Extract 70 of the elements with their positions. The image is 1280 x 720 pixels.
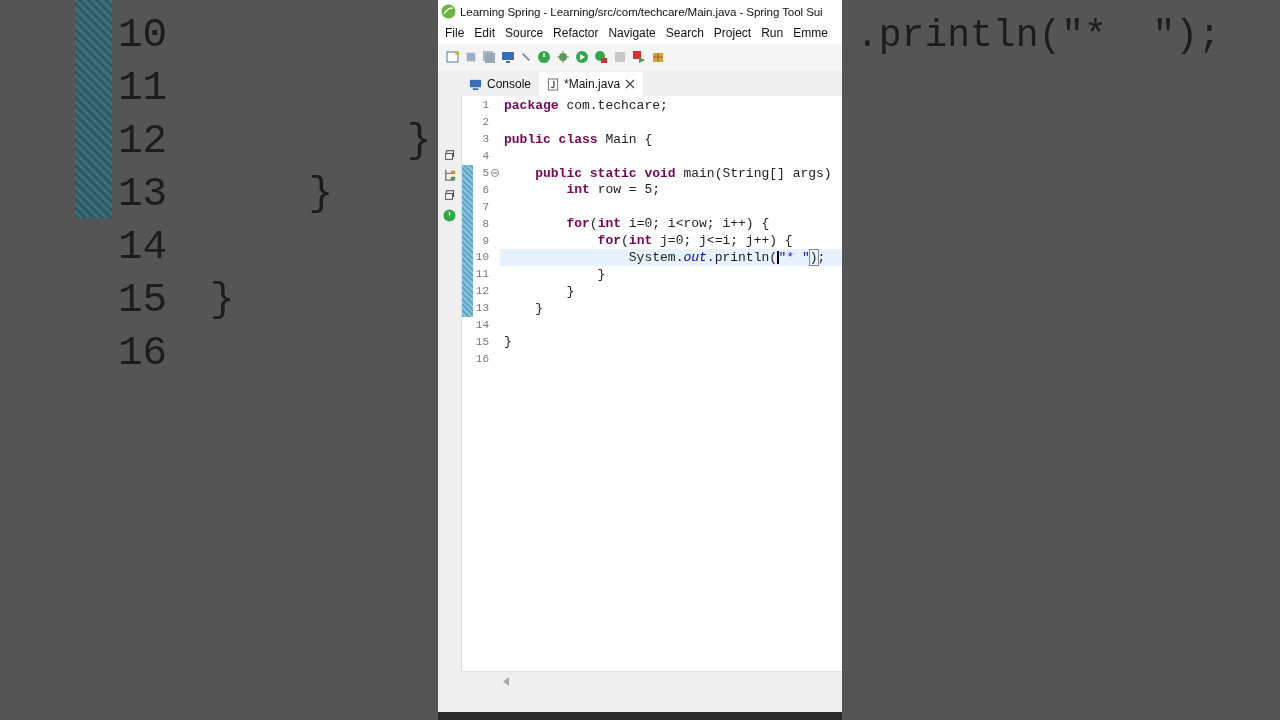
line-number: 16 <box>118 329 169 376</box>
code-line: public class Main { <box>504 131 653 147</box>
menu-item[interactable]: Refactor <box>548 26 604 40</box>
close-icon[interactable] <box>625 79 636 89</box>
menu-item[interactable]: File <box>440 26 470 40</box>
run-icon[interactable] <box>575 50 589 64</box>
restore-icon[interactable] <box>444 190 455 200</box>
menu-item[interactable]: Project <box>708 26 757 40</box>
menu-item[interactable]: Edit <box>469 26 501 40</box>
line-number: 11 <box>474 268 489 281</box>
menu-item[interactable]: Search <box>660 26 709 40</box>
restore-icon[interactable] <box>444 150 455 160</box>
power-icon[interactable] <box>443 209 456 222</box>
editor-tab[interactable]: Console <box>461 72 540 96</box>
code-line: } <box>565 283 575 299</box>
code-line: } <box>504 334 512 350</box>
code-line: for(int j=0; j<=i; j++) { <box>596 233 793 249</box>
leaf-logo-icon <box>441 3 456 19</box>
line-number: 5 <box>481 167 489 179</box>
line-number: 9 <box>481 234 489 247</box>
code-line: .println("* "); <box>855 13 1221 58</box>
menu-item[interactable]: Run <box>756 26 789 40</box>
java-file-icon <box>547 77 560 91</box>
line-number: 12 <box>118 117 169 164</box>
code-line: int row = 5; <box>565 182 661 198</box>
line-number: 15 <box>474 335 489 348</box>
window-title: Learning Spring - Learning/src/com/techcare/Main.java - Spring Tool Sui <box>460 4 823 18</box>
power-icon[interactable] <box>537 50 551 64</box>
run-config-icon[interactable] <box>594 50 608 64</box>
hierarchy-icon[interactable] <box>443 169 456 181</box>
code-line: } <box>596 266 606 282</box>
monitor-icon <box>469 77 482 91</box>
menu-item[interactable]: Navigate <box>603 26 661 40</box>
code-line: } <box>405 117 432 164</box>
line-number: 13 <box>118 170 169 217</box>
code-line: } <box>307 170 334 217</box>
line-number: 3 <box>481 133 489 146</box>
code-line: } <box>534 300 543 316</box>
bug-icon[interactable] <box>556 50 570 64</box>
line-number: 11 <box>118 64 169 111</box>
line-number: 1 <box>481 99 489 112</box>
line-number: 2 <box>481 116 489 129</box>
line-number: 15 <box>118 276 169 323</box>
collapse-icon[interactable] <box>490 169 499 177</box>
launch-icon[interactable] <box>632 50 646 64</box>
code-line: package com.techcare; <box>504 97 668 113</box>
line-number: 4 <box>481 150 489 163</box>
code-line: for(int i=0; i<row; i++) { <box>565 216 770 232</box>
line-number: 10 <box>474 251 489 264</box>
line-number: 10 <box>118 11 169 58</box>
editor-tab[interactable]: *Main.java <box>539 72 644 96</box>
line-number: 8 <box>481 217 489 230</box>
save-all-icon[interactable] <box>482 50 496 64</box>
line-number: 7 <box>481 200 489 213</box>
menu-item[interactable]: Source <box>500 26 549 40</box>
line-number: 16 <box>474 352 489 365</box>
code-line: System.out.println("* "); <box>627 249 826 265</box>
monitor-icon[interactable] <box>501 50 515 64</box>
new-file-icon[interactable] <box>446 50 460 64</box>
line-number: 12 <box>474 285 489 298</box>
save-icon[interactable] <box>465 50 477 64</box>
code-line: } <box>210 276 235 323</box>
scroll-left-icon[interactable] <box>503 676 510 686</box>
menu-item[interactable]: Emme <box>788 26 833 40</box>
line-number: 13 <box>474 302 489 315</box>
line-number: 14 <box>118 223 169 270</box>
line-number: 6 <box>481 183 489 196</box>
code-line: public static void main(String[] args) <box>534 165 832 181</box>
line-number: 14 <box>474 319 489 331</box>
package-icon[interactable] <box>651 50 665 64</box>
